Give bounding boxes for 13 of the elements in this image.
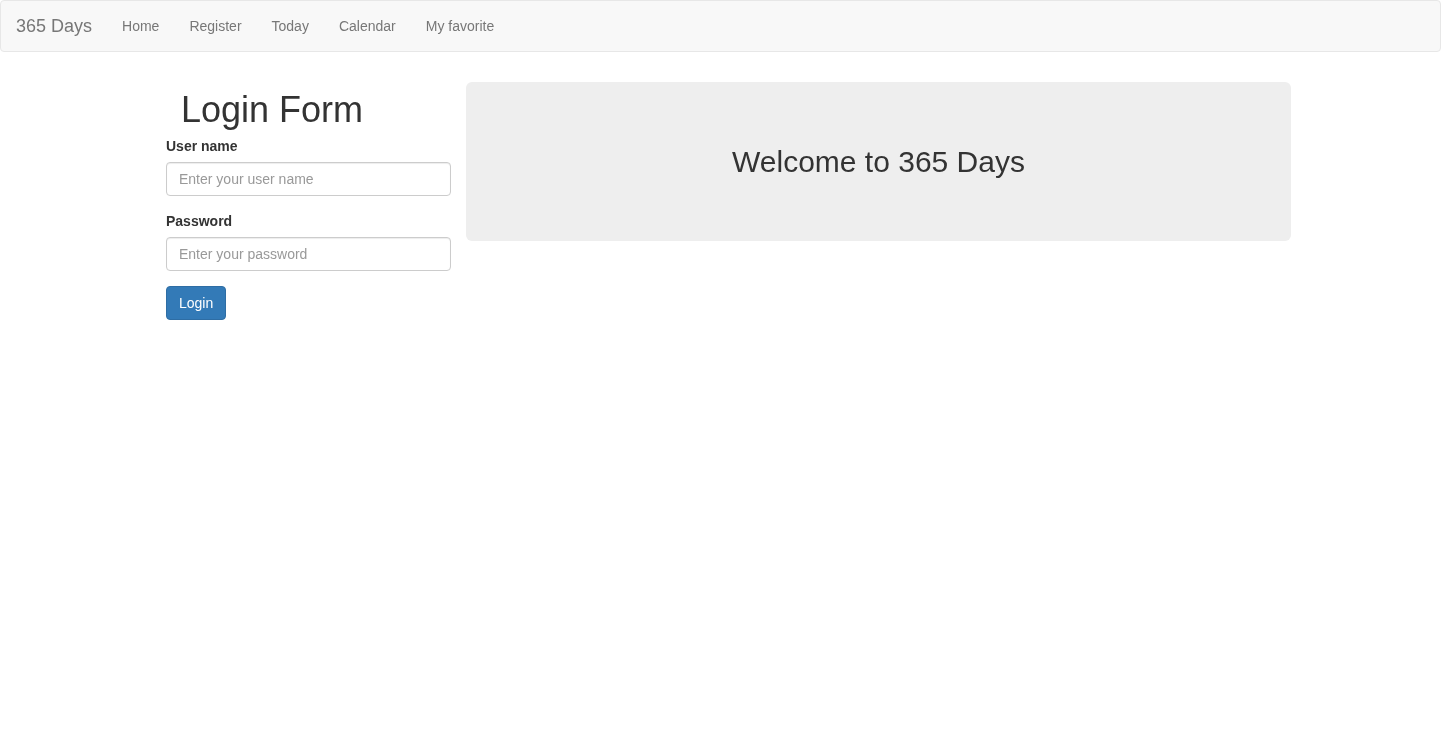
input-field[interactable]: Enter your user name (166, 161, 451, 196)
field-label: User name (166, 136, 238, 156)
form-title: Login Form (181, 90, 365, 130)
welcome-heading: Welcome to 365 Days (732, 143, 1025, 180)
input-field[interactable]: Enter your password (166, 236, 451, 271)
login-button[interactable]: Login (166, 285, 227, 320)
nav-link[interactable]: Calendar (323, 1, 411, 51)
nav-link[interactable]: My favorite (410, 1, 510, 51)
brand-link[interactable]: 365 Days (1, 1, 108, 51)
field-label: Password (166, 211, 233, 231)
nav-link[interactable]: Register (174, 1, 257, 51)
nav-link[interactable]: Today (256, 1, 324, 51)
nav-link[interactable]: Home (107, 1, 175, 51)
